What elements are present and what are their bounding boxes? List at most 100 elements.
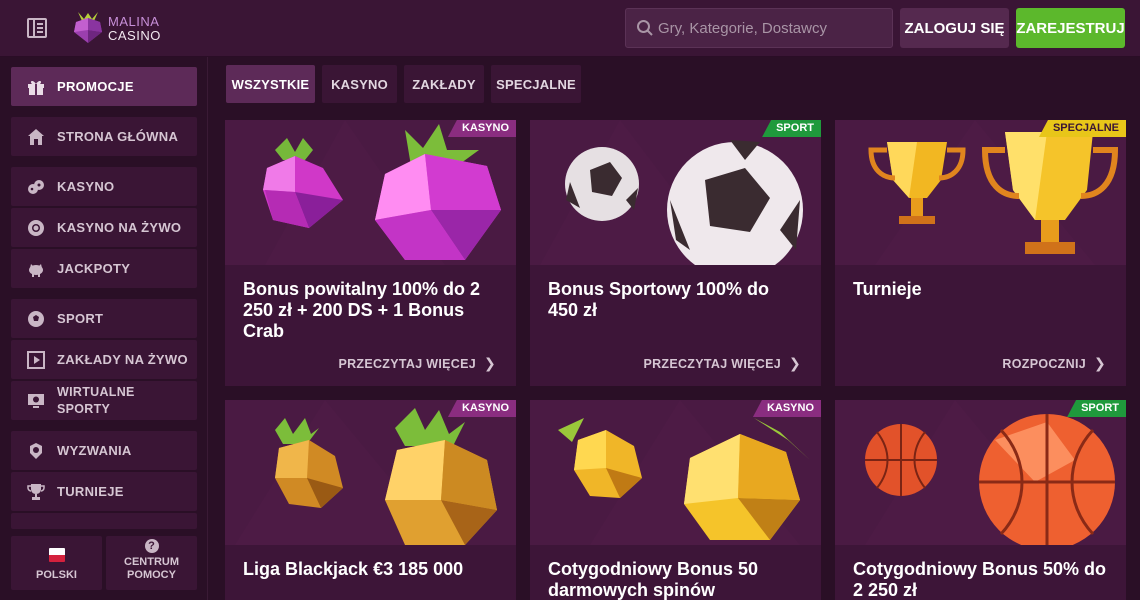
gift-icon <box>28 80 44 95</box>
sidebar-item-label: WIRTUALNE SPORTY <box>57 384 135 418</box>
soccer-ball-image <box>530 120 821 265</box>
search-icon <box>637 20 653 36</box>
sidebar-item-label: KASYNO <box>57 179 115 194</box>
card-image <box>835 120 1126 265</box>
language-selector[interactable]: POLSKI <box>11 536 102 590</box>
logo-line2: CASINO <box>108 28 161 43</box>
promo-card[interactable]: SPORT Bonus Sportowy 100% do 450 zł PRZE… <box>530 120 821 386</box>
logo[interactable]: MALINA CASINO <box>72 10 182 46</box>
card-image <box>530 120 821 265</box>
basketball-image <box>835 400 1126 545</box>
category-badge: SPECJALNE <box>1038 120 1126 137</box>
challenge-badge-icon <box>30 443 42 459</box>
card-image <box>835 400 1126 545</box>
promo-card[interactable]: KASYNO Liga Blackjack €3 185 000 <box>225 400 516 600</box>
card-body: Turnieje ROZPOCZNIJ ❯ <box>835 265 1126 386</box>
card-image <box>530 400 821 545</box>
sidebar-toggle-icon[interactable] <box>27 18 47 38</box>
chevron-right-icon: ❯ <box>483 355 496 371</box>
sidebar-item-label: KASYNO NA ŻYWO <box>57 220 182 235</box>
card-title: Turnieje <box>853 279 922 299</box>
pineapple-image <box>225 400 516 545</box>
sidebar-item-kasyno[interactable]: KASYNO <box>11 167 197 206</box>
card-title: Bonus Sportowy 100% do 450 zł <box>548 279 770 320</box>
search-box[interactable] <box>625 8 893 48</box>
card-title: Cotygodniowy Bonus 50 darmowych spinów <box>548 559 759 600</box>
card-title: Bonus powitalny 100% do 2 250 zł + 200 D… <box>243 279 481 341</box>
sidebar-item-label: TURNIEJE <box>57 484 124 499</box>
sidebar-item-label: STRONA GŁÓWNA <box>57 129 179 144</box>
language-label: POLSKI <box>36 569 77 581</box>
tab-zaklady[interactable]: ZAKŁADY <box>404 65 484 103</box>
logo-text: MALINA CASINO <box>108 15 161 43</box>
tab-kasyno[interactable]: KASYNO <box>322 65 397 103</box>
trophy-image <box>835 120 1126 265</box>
category-badge: KASYNO <box>447 120 516 137</box>
help-label-line1: CENTRUM <box>124 556 179 568</box>
cta-label: ROZPOCZNIJ <box>1002 356 1086 371</box>
card-body: Cotygodniowy Bonus 50% do 2 250 zł <box>835 545 1126 600</box>
help-icon: ? <box>144 539 159 553</box>
raspberry-image <box>225 120 516 265</box>
read-more-link[interactable]: PRZECZYTAJ WIĘCEJ ❯ <box>643 355 801 372</box>
card-title: Liga Blackjack €3 185 000 <box>243 559 464 579</box>
sidebar-item-wirtualne-sporty[interactable]: WIRTUALNE SPORTY <box>11 381 197 420</box>
cta-label: PRZECZYTAJ WIĘCEJ <box>338 356 476 371</box>
monitor-icon <box>28 394 44 408</box>
promo-card[interactable]: KASYNO Bonus powitalny 100% do 2 250 zł … <box>225 120 516 386</box>
sidebar-item-label: PROMOCJE <box>57 79 134 94</box>
card-body: Bonus Sportowy 100% do 450 zł PRZECZYTAJ… <box>530 265 821 386</box>
raspberry-logo-icon <box>74 12 102 43</box>
card-body: Bonus powitalny 100% do 2 250 zł + 200 D… <box>225 265 516 386</box>
tab-specjalne[interactable]: SPECJALNE <box>491 65 581 103</box>
sidebar-item-partial[interactable] <box>11 513 197 529</box>
help-label-line2: POMOCY <box>127 569 176 581</box>
help-center-button[interactable]: ? CENTRUM POMOCY <box>106 536 197 590</box>
sidebar-item-kasyno-na-zywo[interactable]: KASYNO NA ŻYWO <box>11 208 197 247</box>
sidebar-item-sport[interactable]: SPORT <box>11 299 197 338</box>
logo-line1: MALINA <box>108 14 160 29</box>
chevron-right-icon: ❯ <box>1093 355 1106 371</box>
sidebar-item-zaklady-na-zywo[interactable]: ZAKŁADY NA ŻYWO <box>11 340 197 379</box>
card-body: Cotygodniowy Bonus 50 darmowych spinów <box>530 545 821 600</box>
category-badge: SPORT <box>762 120 821 137</box>
lemon-image <box>530 400 821 545</box>
sidebar-item-label-line1: WIRTUALNE <box>57 384 135 399</box>
read-more-link[interactable]: PRZECZYTAJ WIĘCEJ ❯ <box>338 355 496 372</box>
sidebar-item-label: SPORT <box>57 311 104 326</box>
category-badge: SPORT <box>1067 400 1126 417</box>
top-header: MALINA CASINO ZALOGUJ SIĘ ZAREJESTRUJ <box>0 0 1140 57</box>
sidebar-item-label: JACKPOTY <box>57 261 131 276</box>
dice-icon <box>28 180 44 194</box>
sidebar-item-wyzwania[interactable]: WYZWANIA <box>11 431 197 470</box>
chip-icon <box>28 220 44 236</box>
promo-card[interactable]: KASYNO Cotygodniowy Bonus 50 darmowych s… <box>530 400 821 600</box>
start-link[interactable]: ROZPOCZNIJ ❯ <box>1002 355 1106 372</box>
sidebar-item-label-line2: SPORTY <box>57 401 111 416</box>
register-button[interactable]: ZAREJESTRUJ <box>1016 8 1125 48</box>
login-button[interactable]: ZALOGUJ SIĘ <box>900 8 1009 48</box>
promo-card[interactable]: SPECJALNE Turnieje ROZPOCZNIJ ❯ <box>835 120 1126 386</box>
card-image <box>225 400 516 545</box>
sidebar-item-home[interactable]: STRONA GŁÓWNA <box>11 117 197 156</box>
pig-icon <box>29 264 43 277</box>
sidebar-item-promocje[interactable]: PROMOCJE <box>11 67 197 106</box>
search-input[interactable] <box>658 9 888 47</box>
promo-card[interactable]: SPORT Cotygodniowy Bonus 50% do 2 250 zł <box>835 400 1126 600</box>
card-title: Cotygodniowy Bonus 50% do 2 250 zł <box>853 559 1107 600</box>
sidebar-item-turnieje[interactable]: TURNIEJE <box>11 472 197 511</box>
card-body: Liga Blackjack €3 185 000 <box>225 545 516 600</box>
card-image <box>225 120 516 265</box>
cta-label: PRZECZYTAJ WIĘCEJ <box>643 356 781 371</box>
trophy-icon <box>27 484 45 500</box>
live-bet-icon <box>27 351 45 369</box>
sidebar-item-label: ZAKŁADY NA ŻYWO <box>57 352 188 367</box>
sidebar-item-label: WYZWANIA <box>57 443 132 458</box>
sidebar-item-jackpoty[interactable]: JACKPOTY <box>11 249 197 288</box>
tab-wszystkie[interactable]: WSZYSTKIE <box>226 65 315 103</box>
soccer-ball-icon <box>28 311 44 327</box>
poland-flag-icon <box>48 548 65 562</box>
category-badge: KASYNO <box>752 400 821 417</box>
chevron-right-icon: ❯ <box>788 355 801 371</box>
home-icon <box>28 129 44 145</box>
